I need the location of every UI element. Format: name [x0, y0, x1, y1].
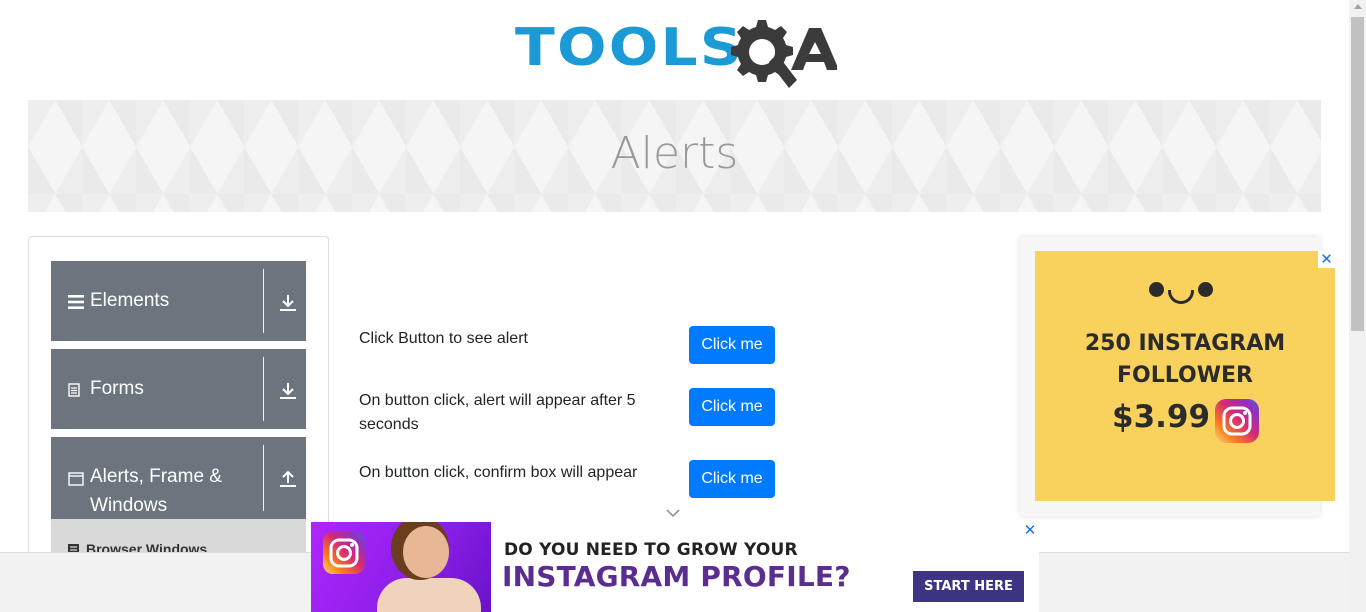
ad-price: $3.99	[1112, 399, 1211, 435]
scrollbar-thumb[interactable]	[1351, 17, 1364, 331]
nav-group-elements[interactable]: Elements	[51, 261, 306, 341]
ad-person-head	[403, 526, 449, 578]
timer-alert-button[interactable]: Click me	[689, 388, 775, 426]
close-icon[interactable]: ✕	[1318, 251, 1335, 268]
ad-person-body	[377, 578, 481, 612]
upload-arrow-icon[interactable]	[279, 470, 297, 488]
instagram-icon	[323, 532, 365, 574]
bottom-ad[interactable]: DO YOU NEED TO GROW YOUR INSTAGRAM PROFI…	[311, 522, 1039, 612]
ad-headline-1: 250 INSTAGRAM	[1084, 331, 1286, 356]
nav-group-label: Alerts, Frame & Windows	[90, 466, 222, 516]
ad-headline-2: FOLLOWER	[1117, 363, 1253, 388]
nav-group-forms[interactable]: Forms	[51, 349, 306, 429]
chevron-down-icon[interactable]	[666, 508, 680, 518]
document-icon	[68, 383, 80, 397]
page-title: Alerts	[610, 128, 739, 179]
confirm-button[interactable]: Click me	[689, 460, 775, 498]
download-arrow-icon[interactable]	[279, 294, 297, 312]
window-icon	[68, 472, 84, 486]
ad-eye-left	[1149, 282, 1164, 297]
close-icon[interactable]: ✕	[1021, 522, 1039, 539]
nav-group-alerts-frame-windows[interactable]: Alerts, Frame & Windows	[51, 437, 306, 519]
download-arrow-icon[interactable]	[279, 382, 297, 400]
page-banner: Alerts	[28, 100, 1321, 212]
alert-row-label: Click Button to see alert	[359, 330, 528, 347]
page-scrollbar[interactable]	[1349, 0, 1366, 612]
instagram-icon	[1215, 399, 1259, 443]
ad-smile	[1168, 290, 1194, 304]
nav-divider	[263, 445, 264, 511]
ad-image-panel	[311, 522, 491, 612]
left-nav-panel: Elements Forms Alerts, Frame & Windows B…	[28, 236, 329, 567]
hamburger-icon	[68, 295, 84, 309]
start-here-button[interactable]: START HERE	[913, 571, 1024, 602]
nav-group-label: Forms	[90, 378, 144, 399]
logo-tools-text: TOOLS	[515, 18, 745, 78]
timer-alert-row-label: On button click, alert will appear after…	[359, 392, 636, 433]
scroll-up-icon[interactable]	[1354, 4, 1362, 9]
right-ad[interactable]: 250 INSTAGRAM FOLLOWER $3.99	[1035, 251, 1335, 501]
confirm-row-label: On button click, confirm box will appear	[359, 464, 638, 481]
nav-group-label: Elements	[90, 290, 170, 311]
bottom-ad-headline-2: INSTAGRAM PROFILE?	[502, 560, 851, 593]
nav-divider	[263, 357, 264, 421]
logo-qa-gear-icon	[731, 20, 837, 88]
alert-button[interactable]: Click me	[689, 326, 775, 364]
ad-eye-right	[1198, 282, 1213, 297]
toolsqa-logo[interactable]: TOOLS	[515, 16, 837, 90]
nav-divider	[263, 269, 264, 333]
bottom-ad-headline-1: DO YOU NEED TO GROW YOUR	[504, 540, 798, 560]
